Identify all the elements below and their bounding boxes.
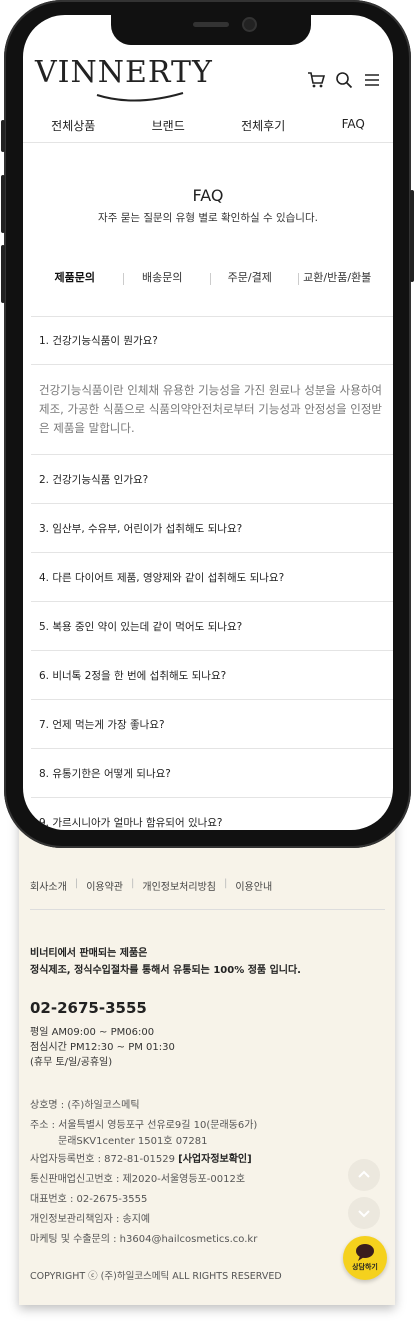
phone-screen: VINNERTY 전체상품 브랜드 전체후기 FAQ FAQ 자주 묻는 질문의… <box>23 15 393 830</box>
company-address-line1: 주소 : 서울특별시 영등포구 선유로9길 10(문래동6가) <box>30 1120 258 1131</box>
faq-question-1[interactable]: 1. 건강기능식품이 뭔가요? <box>31 316 393 364</box>
faq-question-6[interactable]: 6. 비너톡 2정을 한 번에 섭취해도 되나요? <box>31 650 393 699</box>
faq-answer-1: 건강기능식품이란 인체채 유용한 기능성을 가진 원료나 성분을 사용하여 제조… <box>31 364 393 454</box>
phone-notch <box>111 15 311 45</box>
kakao-chat-button[interactable]: 상담하기 <box>343 1236 387 1280</box>
chevron-up-icon <box>358 1170 370 1178</box>
page-subtitle: 자주 묻는 질문의 유형 별로 확인하실 수 있습니다. <box>98 212 318 224</box>
phone-volume-down-button <box>1 245 5 303</box>
faq-tabs: 제품문의 배송문의 주문/결제 교환/반품/환불 <box>31 269 381 285</box>
tab-delivery-inquiry[interactable]: 배송문의 <box>119 269 207 285</box>
scroll-top-button[interactable] <box>348 1159 380 1191</box>
nav-item-faq[interactable]: FAQ <box>338 115 369 136</box>
header-icons <box>307 71 381 89</box>
faq-question-4[interactable]: 4. 다른 다이어트 제품, 영양제와 같이 섭취해도 되나요? <box>31 552 393 601</box>
nav-item-all-products[interactable]: 전체상품 <box>47 115 99 136</box>
copyright: COPYRIGHT ⓒ (주)하일코스메틱 ALL RIGHTS RESERVE… <box>30 1271 282 1282</box>
footer-link-guide[interactable]: 이용안내 <box>227 878 280 893</box>
faq-question-5[interactable]: 5. 복용 중인 약이 있는데 같이 먹어도 되나요? <box>31 601 393 650</box>
menu-icon[interactable] <box>363 71 381 89</box>
business-info-check-link[interactable]: [사업자정보확인] <box>178 1154 252 1165</box>
footer-link-privacy[interactable]: 개인정보처리방침 <box>134 878 224 893</box>
representative-phone: 대표번호 : 02-2675-3555 <box>30 1194 148 1205</box>
company-info: 상호명 : (주)하일코스메틱 주소 : 서울특별시 영등포구 선유로9길 10… <box>30 1096 257 1250</box>
chevron-down-icon <box>358 1210 370 1218</box>
main-nav: 전체상품 브랜드 전체후기 FAQ <box>23 115 393 136</box>
faq-question-3[interactable]: 3. 임산부, 수유부, 어린이가 섭취해도 되나요? <box>31 503 393 552</box>
brand-logo[interactable]: VINNERTY <box>35 55 213 90</box>
authenticity-notice-line2: 정식제조, 정식수입절차를 통해서 유통되는 100% 정품 입니다. <box>30 965 301 976</box>
phone-camera <box>244 19 255 30</box>
page-title: FAQ <box>192 186 224 205</box>
tab-separator <box>123 273 124 285</box>
phone-frame: VINNERTY 전체상품 브랜드 전체후기 FAQ FAQ 자주 묻는 질문의… <box>1 0 414 848</box>
business-number-row: 사업자등록번호 : 872-81-01529 [사업자정보확인] <box>30 1150 257 1170</box>
footer-link-terms[interactable]: 이용약관 <box>78 878 131 893</box>
authenticity-notice-line1: 비너티에서 판매되는 제품은 <box>30 948 148 959</box>
faq-question-7[interactable]: 7. 언제 먹는게 가장 좋나요? <box>31 699 393 748</box>
business-number: 사업자등록번호 : 872-81-01529 <box>30 1154 175 1165</box>
chat-bubble-icon <box>356 1244 374 1261</box>
nav-divider <box>23 142 393 143</box>
logo-swoosh-icon <box>96 92 184 102</box>
tab-product-inquiry[interactable]: 제품문의 <box>31 269 119 285</box>
faq-question-2[interactable]: 2. 건강기능식품 인가요? <box>31 454 393 503</box>
scroll-bottom-button[interactable] <box>348 1197 380 1229</box>
tab-separator <box>298 273 299 285</box>
faq-question-8[interactable]: 8. 유통기한은 어떻게 되나요? <box>31 748 393 797</box>
privacy-officer: 개인정보관리책임자 : 송지예 <box>30 1214 151 1225</box>
company-address-line2: 문래SKV1center 1501호 07281 <box>58 1136 208 1147</box>
hours-closed: (휴무 토/일/공휴일) <box>30 1057 113 1068</box>
nav-item-brand[interactable]: 브랜드 <box>148 115 189 136</box>
phone-mute-button <box>1 120 5 152</box>
phone-power-button <box>410 190 414 282</box>
marketing-contact: 마케팅 및 수출문의 : h3604@hailcosmetics.co.kr <box>30 1234 258 1245</box>
business-hours: 평일 AM09:00 ~ PM06:00 점심시간 PM12:30 ~ PM 0… <box>30 1025 175 1070</box>
nav-item-all-reviews[interactable]: 전체후기 <box>237 115 289 136</box>
footer-divider <box>30 909 385 910</box>
phone-volume-up-button <box>1 175 5 233</box>
hours-weekday: 평일 AM09:00 ~ PM06:00 <box>30 1027 155 1038</box>
customer-phone: 02-2675-3555 <box>30 999 147 1017</box>
tab-separator <box>210 273 211 285</box>
tab-order-payment[interactable]: 주문/결제 <box>206 269 294 285</box>
footer-links: 회사소개 | 이용약관 | 개인정보처리방침 | 이용안내 <box>30 878 280 893</box>
hours-lunch: 점심시간 PM12:30 ~ PM 01:30 <box>30 1042 175 1053</box>
mail-order-number: 통신판매업신고번호 : 제2020-서울영등포-0012호 <box>30 1174 246 1185</box>
kakao-chat-label: 상담하기 <box>352 1263 378 1271</box>
search-icon[interactable] <box>335 71 353 89</box>
phone-speaker <box>193 22 229 27</box>
company-name: 상호명 : (주)하일코스메틱 <box>30 1100 140 1111</box>
tab-exchange-refund[interactable]: 교환/반품/환불 <box>294 269 382 285</box>
faq-list: 1. 건강기능식품이 뭔가요? 건강기능식품이란 인체채 유용한 기능성을 가진… <box>31 316 393 830</box>
cart-icon[interactable] <box>307 71 326 89</box>
faq-question-9[interactable]: 9. 가르시니아가 얼마나 함유되어 있나요? <box>31 797 393 830</box>
footer-link-company[interactable]: 회사소개 <box>30 878 75 893</box>
